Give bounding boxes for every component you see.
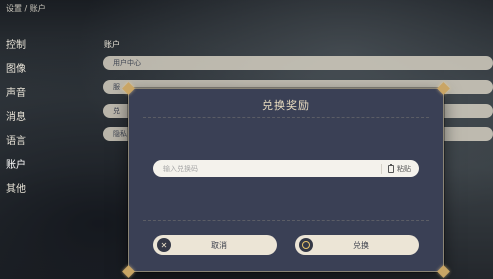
- cancel-label: 取消: [211, 240, 227, 250]
- sidebar-item-graphics[interactable]: 图像: [0, 58, 90, 82]
- sidebar-item-messages[interactable]: 消息: [0, 106, 90, 130]
- redeem-dialog: 兑换奖励 粘贴 ✕ 取消 兑换: [122, 82, 450, 278]
- clipboard-icon: [388, 163, 394, 173]
- setting-row-user-center[interactable]: 用户中心: [103, 56, 493, 70]
- sidebar-item-other[interactable]: 其他: [0, 178, 90, 202]
- paste-button[interactable]: 粘贴: [381, 163, 411, 174]
- sidebar-item-controls[interactable]: 控制: [0, 34, 90, 58]
- cancel-button[interactable]: ✕ 取消: [153, 235, 277, 255]
- sidebar-item-sound[interactable]: 声音: [0, 82, 90, 106]
- redeem-code-input[interactable]: [163, 164, 381, 173]
- dialog-title: 兑换奖励: [262, 99, 310, 112]
- sidebar-item-language[interactable]: 语言: [0, 130, 90, 154]
- close-icon: ✕: [157, 238, 171, 252]
- sidebar-item-account[interactable]: 账户: [0, 154, 90, 178]
- confirm-circle-icon: [299, 238, 313, 252]
- redeem-button[interactable]: 兑换: [295, 235, 419, 255]
- section-title: 账户: [104, 40, 120, 49]
- redeem-code-field[interactable]: 粘贴: [153, 160, 419, 177]
- redeem-label: 兑换: [353, 240, 369, 250]
- paste-label: 粘贴: [397, 164, 411, 173]
- settings-sidebar: 控制 图像 声音 消息 语言 账户 其他: [0, 34, 90, 202]
- breadcrumb: 设置 / 账户: [6, 4, 46, 13]
